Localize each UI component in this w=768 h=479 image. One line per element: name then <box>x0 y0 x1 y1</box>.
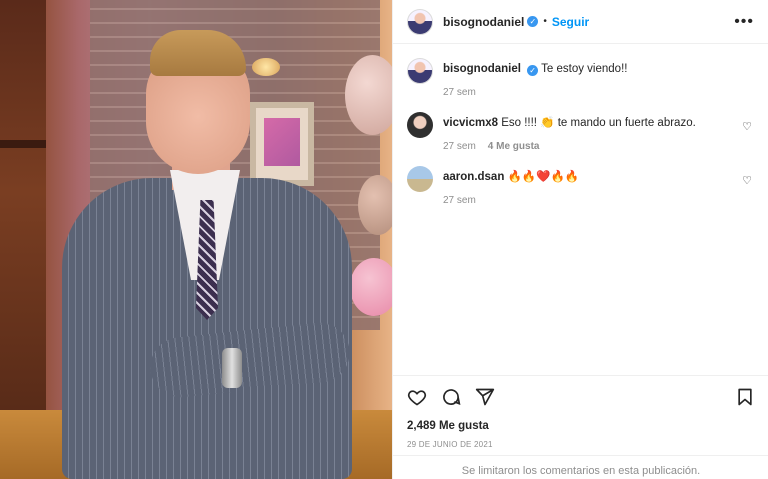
commenter-avatar[interactable] <box>407 112 433 138</box>
more-options-icon[interactable]: ••• <box>734 13 754 31</box>
separator: • <box>543 16 547 27</box>
likes-count[interactable]: 2,489 Me gusta <box>407 420 755 432</box>
comment-like-heart-icon[interactable]: ♡ <box>742 174 752 187</box>
bookmark-icon[interactable] <box>735 387 755 407</box>
verified-badge-icon: ✓ <box>527 65 539 76</box>
heart-icon[interactable] <box>407 387 427 407</box>
comment-time[interactable]: 27 sem <box>443 141 476 152</box>
comments-limited-notice: Se limitaron los comentarios en esta pub… <box>393 455 768 479</box>
lamp <box>252 58 280 76</box>
comment-username[interactable]: aaron.dsan <box>443 171 504 183</box>
balloon <box>350 258 392 316</box>
author-username[interactable]: bisognodaniel <box>443 15 524 29</box>
comment-item: aaron.dsan 🔥🔥❤️🔥🔥 27 sem ♡ <box>407 166 754 206</box>
comment-item: vicvicmx8 Eso !!!! 👏 te mando un fuerte … <box>407 112 754 152</box>
comment-time[interactable]: 27 sem <box>443 195 476 206</box>
caption: bisognodaniel ✓ Te estoy viendo!! 27 sem <box>407 58 754 98</box>
comments-list: bisognodaniel ✓ Te estoy viendo!! 27 sem… <box>393 44 768 206</box>
post-header: bisognodaniel ✓ • Seguir ••• <box>393 0 768 44</box>
post-photo[interactable] <box>0 0 392 479</box>
commenter-avatar[interactable] <box>407 166 433 192</box>
verified-badge-icon: ✓ <box>527 16 539 27</box>
comment-text: 🔥🔥❤️🔥🔥 <box>507 171 580 183</box>
balloon <box>358 175 392 235</box>
caption-time[interactable]: 27 sem <box>443 87 476 98</box>
wall-frame <box>250 102 314 186</box>
post-side-panel: bisognodaniel ✓ • Seguir ••• bisognodani… <box>392 0 768 479</box>
post-modal: bisognodaniel ✓ • Seguir ••• bisognodani… <box>0 0 768 479</box>
comment-likes[interactable]: 4 Me gusta <box>488 141 540 152</box>
comment-username[interactable]: vicvicmx8 <box>443 117 498 129</box>
post-actions: 2,489 Me gusta 29 DE JUNIO DE 2021 <box>393 375 768 449</box>
caption-author-avatar[interactable] <box>407 58 433 84</box>
caption-text: Te estoy viendo!! <box>541 63 628 75</box>
post-date[interactable]: 29 DE JUNIO DE 2021 <box>407 440 755 449</box>
author-avatar[interactable] <box>407 8 433 35</box>
balloon <box>345 55 392 135</box>
share-icon[interactable] <box>475 387 495 407</box>
comment-like-heart-icon[interactable]: ♡ <box>742 120 752 133</box>
watch <box>222 348 242 388</box>
follow-button[interactable]: Seguir <box>552 15 589 29</box>
bookshelf <box>0 0 46 479</box>
comment-text: Eso !!!! 👏 te mando un fuerte abrazo. <box>501 117 696 129</box>
caption-username[interactable]: bisognodaniel <box>443 63 521 75</box>
comment-icon[interactable] <box>441 387 461 407</box>
